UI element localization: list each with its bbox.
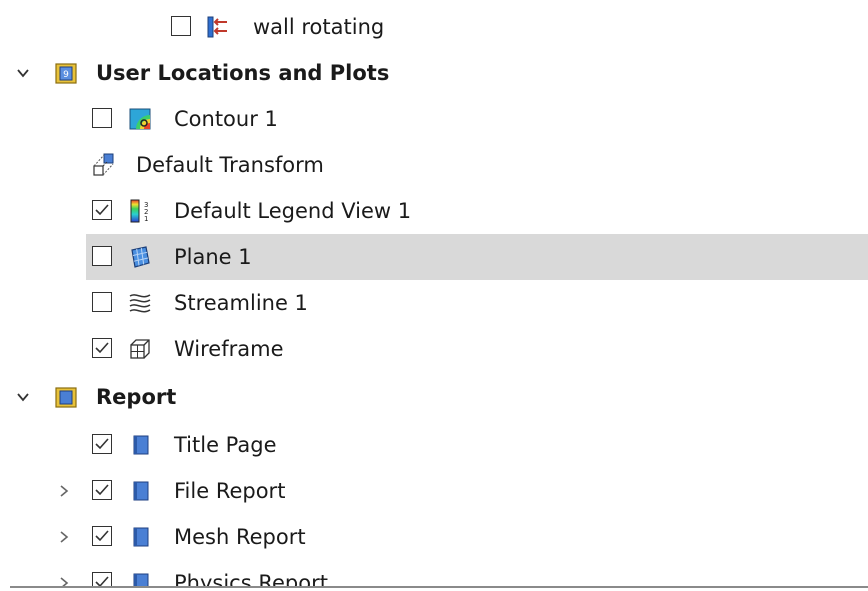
tree-item-wireframe[interactable]: Wireframe [0,326,868,372]
checkbox-checked[interactable] [92,338,112,358]
tree-item-label: Plane 1 [174,245,252,269]
chevron-down-icon[interactable] [15,65,31,81]
wireframe-icon [128,337,152,361]
tree-item-contour-1[interactable]: Contour 1 [0,96,868,142]
tree-item-label: Title Page [174,433,277,457]
checkbox-checked[interactable] [92,480,112,500]
wall-rotating-icon [205,15,229,39]
tree-item-label: Default Transform [136,153,324,177]
tree-item-label: User Locations and Plots [96,61,390,85]
svg-text:9: 9 [63,70,69,80]
outline-tree: wall rotating 9 User Locations and Plots [0,0,868,591]
checkbox[interactable] [92,108,112,128]
checkbox-checked[interactable] [92,200,112,220]
tree-item-default-transform[interactable]: Default Transform [0,142,868,188]
tree-item-mesh-report[interactable]: Mesh Report [0,514,868,560]
report-page-icon [130,479,154,503]
tree-item-label: Default Legend View 1 [174,199,412,223]
checkbox-checked[interactable] [92,434,112,454]
folder-icon: 9 [54,61,78,85]
tree-item-label: wall rotating [253,15,385,39]
checkbox[interactable] [92,246,112,266]
tree-item-wall-rotating[interactable]: wall rotating [0,4,868,50]
checkbox-checked[interactable] [92,526,112,546]
report-page-icon [130,433,154,457]
tree-item-user-locations-and-plots[interactable]: 9 User Locations and Plots [0,50,868,96]
transform-icon [92,153,116,177]
folder-icon [54,385,78,409]
chevron-down-icon[interactable] [15,389,31,405]
legend-icon: 3 2 1 [128,199,152,223]
tree-item-default-legend-view-1[interactable]: 3 2 1 Default Legend View 1 [0,188,868,234]
streamline-icon [128,291,152,315]
tree-item-label: Report [96,385,177,409]
plane-icon [128,245,152,269]
tree-item-file-report[interactable]: File Report [0,468,868,514]
svg-text:1: 1 [144,215,148,223]
tree-item-label: Streamline 1 [174,291,308,315]
chevron-right-icon[interactable] [56,483,72,499]
tree-item-label: Mesh Report [174,525,306,549]
tree-item-streamline-1[interactable]: Streamline 1 [0,280,868,326]
checkbox[interactable] [171,16,191,36]
tree-item-label: Contour 1 [174,107,278,131]
tree-item-report[interactable]: Report [0,374,868,420]
tree-item-label: Wireframe [174,337,284,361]
tree-item-title-page[interactable]: Title Page [0,422,868,468]
tree-item-plane-1[interactable]: Plane 1 [0,234,868,280]
contour-icon [128,107,152,131]
chevron-right-icon[interactable] [56,529,72,545]
checkbox[interactable] [92,292,112,312]
tree-item-label: File Report [174,479,286,503]
report-page-icon [130,525,154,549]
